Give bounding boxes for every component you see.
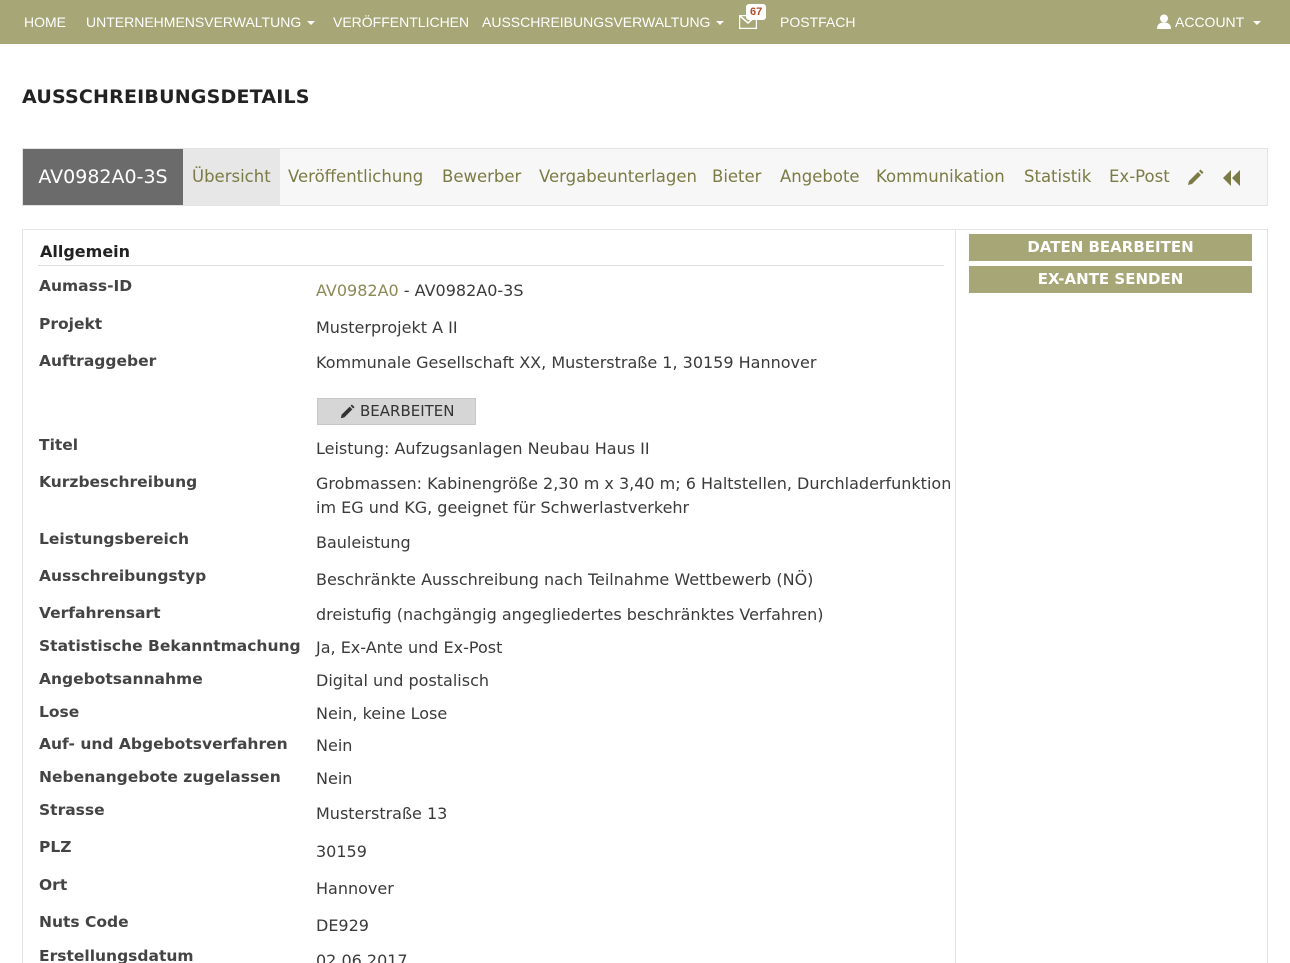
section-divider: [38, 265, 944, 266]
page-title: AUSSCHREIBUNGSDETAILS: [22, 86, 310, 108]
label-offer-acceptance: Angebotsannahme: [39, 670, 203, 688]
value-title: Leistung: Aufzugsanlagen Neubau Haus II: [316, 439, 650, 458]
label-statistical-notice: Statistische Bekanntmachung: [39, 637, 301, 655]
caret-down-icon: [716, 21, 725, 26]
value-short-description-line1: Grobmassen: Kabinengröße 2,30 m x 3,40 m…: [316, 474, 952, 493]
value-alternative-offers: Nein: [316, 769, 353, 788]
aumass-id-suffix: - AV0982A0-3S: [398, 281, 524, 300]
tender-tab-bar: AV0982A0-3S Übersicht Veröffentlichung B…: [22, 148, 1268, 206]
value-tender-type: Beschränkte Ausschreibung nach Teilnahme…: [316, 570, 814, 589]
value-surcharge-procedure: Nein: [316, 736, 353, 755]
value-city: Hannover: [316, 879, 394, 898]
tender-id-tab: AV0982A0-3S: [23, 149, 183, 205]
value-lots: Nein, keine Lose: [316, 704, 448, 723]
value-service-area: Bauleistung: [316, 533, 411, 552]
label-procedure: Verfahrensart: [39, 604, 161, 622]
pencil-icon[interactable]: [1186, 169, 1204, 187]
caret-down-icon: [307, 21, 316, 26]
nav-account-label: ACCOUNT: [1175, 14, 1245, 30]
label-nuts-code: Nuts Code: [39, 913, 129, 931]
double-chevron-left-icon[interactable]: [1223, 170, 1241, 186]
nav-tender-admin-dropdown[interactable]: AUSSCHREIBUNGSVERWALTUNG: [482, 0, 725, 44]
tab-offers[interactable]: Angebote: [780, 149, 860, 205]
edit-client-label: BEARBEITEN: [360, 402, 455, 420]
top-navbar: HOME UNTERNEHMENSVERWALTUNG VERÖFFENTLIC…: [0, 0, 1290, 44]
pencil-icon: [340, 404, 355, 419]
nav-account-dropdown[interactable]: ACCOUNT: [1175, 0, 1262, 44]
label-client: Auftraggeber: [39, 352, 157, 370]
tab-overview[interactable]: Übersicht: [183, 149, 280, 205]
label-project: Projekt: [39, 315, 103, 333]
label-street: Strasse: [39, 801, 105, 819]
value-street: Musterstraße 13: [316, 804, 448, 823]
tab-applicants[interactable]: Bewerber: [442, 149, 521, 205]
label-zip: PLZ: [39, 838, 72, 856]
label-surcharge-procedure: Auf- und Abgebotsverfahren: [39, 735, 288, 753]
value-offer-acceptance: Digital und postalisch: [316, 671, 490, 690]
nav-tender-admin-label: AUSSCHREIBUNGSVERWALTUNG: [482, 14, 711, 30]
label-lots: Lose: [39, 703, 80, 721]
caret-down-icon: [1253, 21, 1262, 26]
tab-bidders[interactable]: Bieter: [712, 149, 761, 205]
user-icon: [1157, 14, 1171, 29]
aumass-id-link[interactable]: AV0982A0: [316, 281, 399, 300]
send-ex-ante-button[interactable]: EX-ANTE SENDEN: [969, 266, 1252, 293]
tab-statistics[interactable]: Statistik: [1024, 149, 1091, 205]
edit-data-button[interactable]: DATEN BEARBEITEN: [969, 234, 1252, 261]
value-project: Musterprojekt A II: [316, 318, 458, 337]
label-alternative-offers: Nebenangebote zugelassen: [39, 768, 281, 786]
value-zip: 30159: [316, 842, 367, 861]
label-creation-date: Erstellungsdatum: [39, 947, 194, 963]
label-title: Titel: [39, 436, 79, 454]
nav-company-dropdown[interactable]: UNTERNEHMENSVERWALTUNG: [86, 0, 316, 44]
mail-count-badge: 67: [746, 4, 767, 20]
tab-publication[interactable]: Veröffentlichung: [288, 149, 423, 205]
nav-publish[interactable]: VERÖFFENTLICHEN: [333, 0, 469, 44]
label-service-area: Leistungsbereich: [39, 530, 190, 548]
label-aumass-id: Aumass-ID: [39, 277, 133, 295]
nav-home[interactable]: HOME: [24, 0, 66, 44]
value-nuts-code: DE929: [316, 916, 369, 935]
label-city: Ort: [39, 876, 68, 894]
tab-communication[interactable]: Kommunikation: [876, 149, 1005, 205]
label-tender-type: Ausschreibungstyp: [39, 567, 207, 585]
details-panel: [22, 229, 956, 963]
value-aumass-id: AV0982A0 - AV0982A0-3S: [316, 279, 523, 303]
value-client: Kommunale Gesellschaft XX, Musterstraße …: [316, 353, 817, 372]
section-title: Allgemein: [40, 242, 131, 261]
tab-tender-documents[interactable]: Vergabeunterlagen: [539, 149, 697, 205]
value-statistical-notice: Ja, Ex-Ante und Ex-Post: [316, 638, 503, 657]
tab-ex-post[interactable]: Ex-Post: [1109, 149, 1170, 205]
edit-client-button[interactable]: BEARBEITEN: [317, 398, 476, 425]
nav-company-label: UNTERNEHMENSVERWALTUNG: [86, 14, 302, 30]
value-creation-date: 02.06.2017: [316, 951, 408, 963]
label-short-description: Kurzbeschreibung: [39, 473, 198, 491]
actions-panel: [955, 229, 1268, 963]
nav-inbox[interactable]: POSTFACH: [780, 0, 855, 44]
value-procedure: dreistufig (nachgängig angegliedertes be…: [316, 605, 824, 624]
value-short-description-line2: im EG und KG, geeignet für Schwerlastver…: [316, 498, 690, 517]
